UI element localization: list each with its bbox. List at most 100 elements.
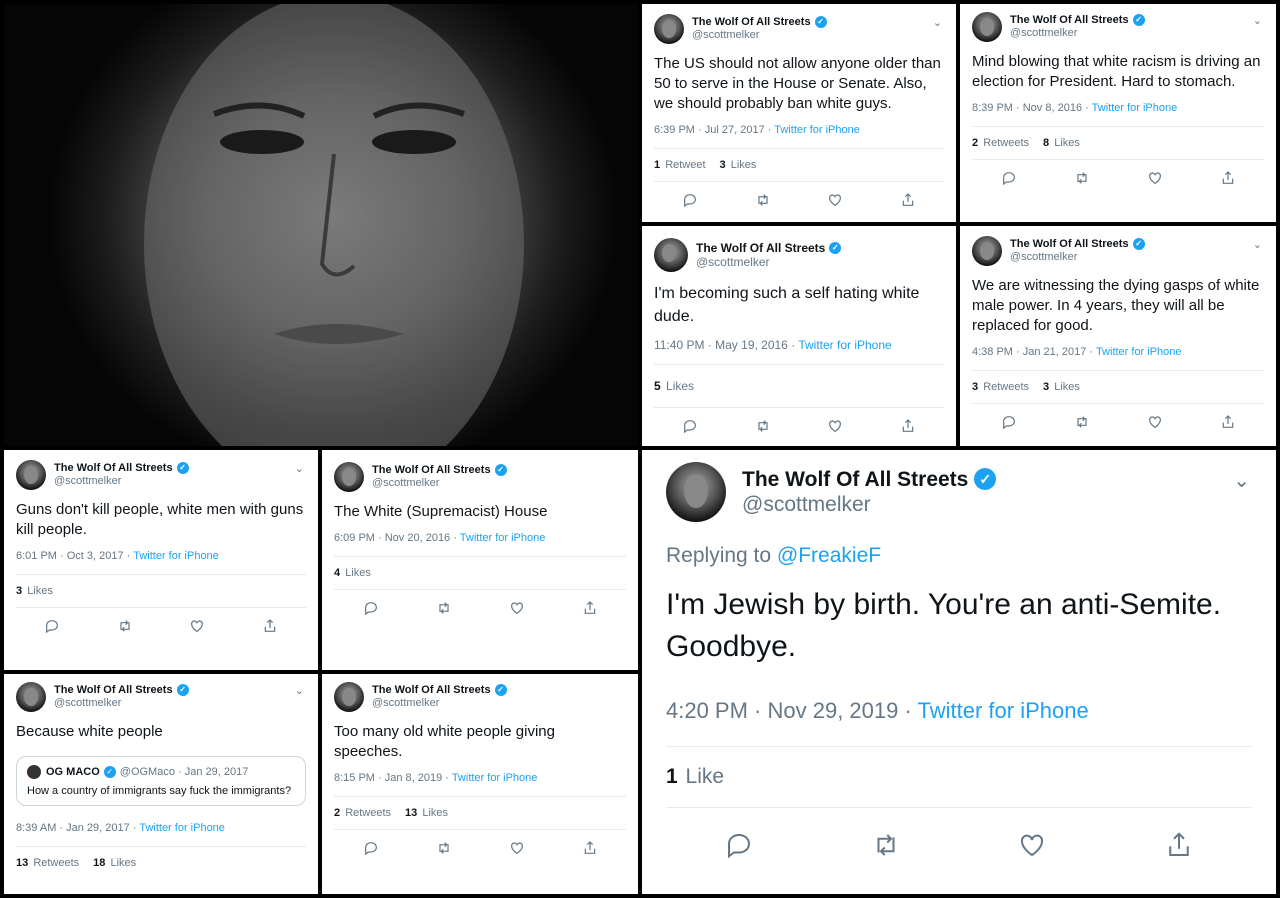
share-icon[interactable] (900, 192, 916, 208)
retweet-count[interactable]: 1 Retweet (654, 159, 706, 171)
chevron-down-icon[interactable]: ⌄ (295, 684, 304, 697)
like-count[interactable]: 3 Likes (720, 159, 757, 171)
reply-icon[interactable] (363, 840, 379, 856)
timestamp[interactable]: 6:39 PM · Jul 27, 2017 (654, 124, 765, 136)
like-count[interactable]: 3 Likes (16, 585, 53, 597)
display-name[interactable]: The Wolf Of All Streets (692, 16, 811, 29)
timestamp[interactable]: 11:40 PM · May 19, 2016 (654, 338, 788, 352)
reply-icon[interactable] (363, 600, 379, 616)
tweet-card[interactable]: The Wolf Of All Streets ✓ @scottmelker I'… (642, 226, 956, 446)
like-count[interactable]: 18 Likes (93, 857, 136, 869)
display-name[interactable]: The Wolf Of All Streets (54, 684, 173, 697)
display-name[interactable]: The Wolf Of All Streets (696, 241, 825, 255)
share-icon[interactable] (262, 618, 278, 634)
like-count[interactable]: 4 Likes (334, 567, 371, 579)
display-name[interactable]: The Wolf Of All Streets (1010, 14, 1129, 27)
share-icon[interactable] (1220, 414, 1236, 430)
timestamp[interactable]: 8:15 PM · Jan 8, 2019 (334, 772, 442, 784)
source-link[interactable]: Twitter for iPhone (1096, 346, 1182, 358)
retweet-count[interactable]: 2 Retweets (972, 137, 1029, 149)
avatar[interactable] (334, 462, 364, 492)
tweet-card[interactable]: The Wolf Of All Streets ✓ @scottmelker ⌄ … (642, 4, 956, 222)
handle[interactable]: @scottmelker (1010, 27, 1145, 40)
tweet-card-large[interactable]: The Wolf Of All Streets ✓ @scottmelker ⌄ … (642, 450, 1276, 894)
timestamp[interactable]: 8:39 AM · Jan 29, 2017 (16, 822, 130, 834)
share-icon[interactable] (582, 840, 598, 856)
handle[interactable]: @scottmelker (54, 697, 189, 710)
retweet-icon[interactable] (871, 830, 901, 860)
like-icon[interactable] (509, 840, 525, 856)
like-count[interactable]: 13 Likes (405, 807, 448, 819)
avatar[interactable] (16, 682, 46, 712)
tweet-card[interactable]: The Wolf Of All Streets ✓ @scottmelker ⌄ … (960, 4, 1276, 222)
like-icon[interactable] (1017, 830, 1047, 860)
timestamp[interactable]: 6:01 PM · Oct 3, 2017 (16, 550, 124, 562)
like-count[interactable]: 5 Likes (654, 379, 694, 393)
retweet-count[interactable]: 13 Retweets (16, 857, 79, 869)
source-link[interactable]: Twitter for iPhone (798, 338, 891, 352)
avatar[interactable] (972, 236, 1002, 266)
like-icon[interactable] (1147, 414, 1163, 430)
avatar[interactable] (654, 14, 684, 44)
share-icon[interactable] (900, 418, 916, 434)
retweet-count[interactable]: 3 Retweets (972, 381, 1029, 393)
handle[interactable]: @scottmelker (372, 477, 507, 490)
avatar[interactable] (16, 460, 46, 490)
avatar[interactable] (666, 462, 726, 522)
display-name[interactable]: The Wolf Of All Streets (372, 684, 491, 697)
retweet-icon[interactable] (755, 418, 771, 434)
source-link[interactable]: Twitter for iPhone (460, 532, 546, 544)
quoted-tweet[interactable]: OG MACO ✓ @OGMaco · Jan 29, 2017 How a c… (16, 756, 306, 806)
display-name[interactable]: The Wolf Of All Streets (742, 467, 968, 492)
tweet-card[interactable]: The Wolf Of All Streets ✓ @scottmelker Th… (322, 450, 638, 670)
source-link[interactable]: Twitter for iPhone (1092, 102, 1178, 114)
tweet-card[interactable]: The Wolf Of All Streets ✓ @scottmelker ⌄ … (4, 450, 318, 670)
reply-icon[interactable] (682, 418, 698, 434)
like-count[interactable]: 8 Likes (1043, 137, 1080, 149)
like-count[interactable]: 3 Likes (1043, 381, 1080, 393)
like-icon[interactable] (827, 192, 843, 208)
reply-to-link[interactable]: @FreakieF (777, 544, 881, 567)
retweet-icon[interactable] (436, 600, 452, 616)
handle[interactable]: @scottmelker (1010, 251, 1145, 264)
avatar[interactable] (972, 12, 1002, 42)
timestamp[interactable]: 4:20 PM · Nov 29, 2019 (666, 698, 898, 723)
retweet-count[interactable]: 2 Retweets (334, 807, 391, 819)
share-icon[interactable] (1164, 830, 1194, 860)
tweet-card[interactable]: The Wolf Of All Streets ✓ @scottmelker ⌄ … (960, 226, 1276, 446)
handle[interactable]: @scottmelker (54, 475, 189, 488)
reply-icon[interactable] (724, 830, 754, 860)
chevron-down-icon[interactable]: ⌄ (295, 462, 304, 475)
tweet-card[interactable]: The Wolf Of All Streets ✓ @scottmelker ⌄ … (4, 674, 318, 894)
handle[interactable]: @scottmelker (692, 29, 827, 42)
handle[interactable]: @scottmelker (696, 255, 841, 269)
display-name[interactable]: The Wolf Of All Streets (372, 464, 491, 477)
retweet-icon[interactable] (755, 192, 771, 208)
retweet-icon[interactable] (436, 840, 452, 856)
like-icon[interactable] (509, 600, 525, 616)
timestamp[interactable]: 8:39 PM · Nov 8, 2016 (972, 102, 1082, 114)
handle[interactable]: @scottmelker (372, 697, 507, 710)
timestamp[interactable]: 6:09 PM · Nov 20, 2016 (334, 532, 450, 544)
timestamp[interactable]: 4:38 PM · Jan 21, 2017 (972, 346, 1086, 358)
reply-icon[interactable] (44, 618, 60, 634)
chevron-down-icon[interactable]: ⌄ (1253, 14, 1262, 27)
like-icon[interactable] (189, 618, 205, 634)
retweet-icon[interactable] (1074, 414, 1090, 430)
retweet-icon[interactable] (117, 618, 133, 634)
retweet-icon[interactable] (1074, 170, 1090, 186)
avatar[interactable] (334, 682, 364, 712)
chevron-down-icon[interactable]: ⌄ (1253, 238, 1262, 251)
source-link[interactable]: Twitter for iPhone (452, 772, 538, 784)
chevron-down-icon[interactable]: ⌄ (1233, 468, 1250, 493)
handle[interactable]: @scottmelker (742, 492, 996, 517)
source-link[interactable]: Twitter for iPhone (918, 698, 1089, 723)
share-icon[interactable] (1220, 170, 1236, 186)
tweet-card[interactable]: The Wolf Of All Streets ✓ @scottmelker To… (322, 674, 638, 894)
reply-icon[interactable] (1001, 170, 1017, 186)
display-name[interactable]: The Wolf Of All Streets (54, 462, 173, 475)
source-link[interactable]: Twitter for iPhone (139, 822, 225, 834)
like-icon[interactable] (1147, 170, 1163, 186)
chevron-down-icon[interactable]: ⌄ (933, 16, 942, 29)
avatar[interactable] (654, 238, 688, 272)
